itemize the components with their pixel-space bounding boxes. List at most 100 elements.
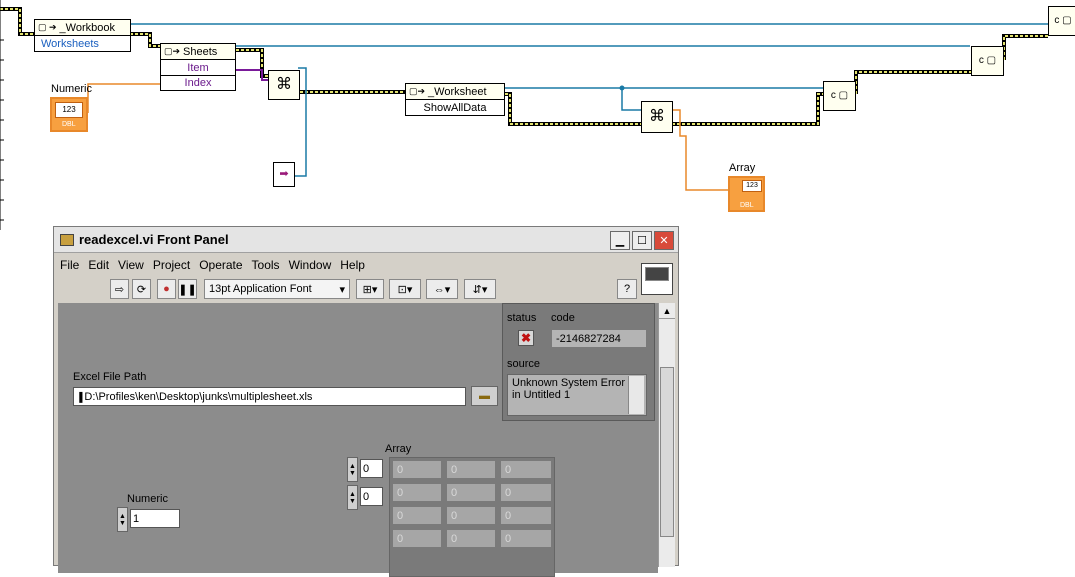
close-button[interactable]: ✕ xyxy=(654,231,674,250)
sheets-prop-index[interactable]: Index xyxy=(161,75,235,90)
array-cell[interactable]: 0 xyxy=(500,529,552,548)
variant-to-data-node-2[interactable]: ⌘ xyxy=(641,101,673,133)
index-prop-label: Index xyxy=(184,77,212,89)
workbook-node-header: ▢ ➔ _Workbook xyxy=(35,20,130,36)
close-ref-icon: c ▢ xyxy=(978,55,997,66)
down-icon: ▼ xyxy=(349,497,356,505)
help-icon: ? xyxy=(623,283,631,295)
array-index-1-spinner[interactable]: ▲ ▼ xyxy=(347,485,358,510)
maximize-button[interactable]: ☐ xyxy=(632,231,652,250)
array-cell[interactable]: 0 xyxy=(392,506,442,525)
help-button[interactable]: ? xyxy=(617,279,637,299)
cell-value: 0 xyxy=(451,532,458,545)
abort-button[interactable]: ● xyxy=(157,279,176,299)
cell-value: 0 xyxy=(451,463,458,476)
window-titlebar[interactable]: readexcel.vi Front Panel ▁ ☐ ✕ xyxy=(54,227,678,253)
pause-button[interactable]: ❚❚ xyxy=(178,279,197,299)
resize-objects-button[interactable]: ⇔▾ xyxy=(426,279,458,299)
code-label: code xyxy=(551,312,575,324)
worksheet-node-header: ▢➔ _Worksheet xyxy=(406,84,504,100)
close-reference-node-2[interactable]: c ▢ xyxy=(971,46,1004,76)
workbook-property-node[interactable]: ▢ ➔ _Workbook Worksheets xyxy=(34,19,131,52)
diagram-wires xyxy=(0,0,1048,230)
status-label: status xyxy=(507,312,537,324)
close-reference-node[interactable]: c ▢ xyxy=(823,81,856,111)
worksheet-method-showalldata[interactable]: ShowAllData xyxy=(406,100,504,115)
worksheet-invoke-node[interactable]: ▢➔ _Worksheet ShowAllData xyxy=(405,83,505,116)
worksheet-node-title: _Worksheet xyxy=(428,85,487,98)
menu-file[interactable]: File xyxy=(60,258,79,272)
array-cell[interactable]: 0 xyxy=(446,460,496,479)
menu-help[interactable]: Help xyxy=(340,258,365,272)
array-label: Array xyxy=(385,443,412,455)
scroll-up-button[interactable]: ▲ xyxy=(659,303,675,319)
pause-icon: ❚❚ xyxy=(178,283,197,296)
scroll-thumb[interactable] xyxy=(660,367,674,537)
refnum-icon: ▢ ➔ xyxy=(38,22,57,32)
close-reference-node-3[interactable]: c ▢ xyxy=(1048,6,1075,36)
run-continuously-button[interactable]: ⟳ xyxy=(132,279,151,299)
excel-path-field[interactable]: ▐ D:\Profiles\ken\Desktop\junks\multiple… xyxy=(73,387,466,406)
numeric-field[interactable]: 1 xyxy=(130,509,180,528)
numeric-terminal[interactable]: 123 DBL xyxy=(50,97,88,132)
distribute-icon: ⊡▾ xyxy=(397,283,413,296)
minimize-button[interactable]: ▁ xyxy=(610,231,630,250)
toolbar: ⇨ ⟳ ● ❚❚ 13pt Application Font ▾ ⊞▾ ⊡▾ ⇔… xyxy=(54,277,678,301)
run-button[interactable]: ⇨ xyxy=(110,279,129,299)
chevron-up-icon: ▲ xyxy=(662,306,672,316)
reorder-button[interactable]: ⇵▾ xyxy=(464,279,496,299)
array-terminal[interactable]: 123 DBL xyxy=(728,176,765,212)
refnum-icon: ▢➔ xyxy=(409,86,426,96)
menu-view[interactable]: View xyxy=(118,258,144,272)
array-cell[interactable]: 0 xyxy=(392,529,442,548)
array-cell[interactable]: 0 xyxy=(392,483,442,502)
font-selector[interactable]: 13pt Application Font ▾ xyxy=(204,279,350,299)
distribute-objects-button[interactable]: ⊡▾ xyxy=(389,279,421,299)
browse-button[interactable]: ▬ xyxy=(471,386,498,406)
cell-value: 0 xyxy=(505,509,512,522)
source-scrollbar[interactable] xyxy=(628,376,644,414)
numeric-terminal-label: Numeric xyxy=(51,83,92,95)
workbook-prop-worksheets[interactable]: Worksheets xyxy=(35,36,130,51)
array-index-0-spinner[interactable]: ▲ ▼ xyxy=(347,457,358,482)
run-continuously-icon: ⟳ xyxy=(136,283,147,296)
array-cell[interactable]: 0 xyxy=(446,529,496,548)
array-type-badge: DBL xyxy=(740,202,754,209)
cell-value: 0 xyxy=(505,463,512,476)
array-cell[interactable]: 0 xyxy=(500,483,552,502)
numeric-terminal-inner: 123 xyxy=(55,102,83,118)
sheets-property-node[interactable]: ▢➔ Sheets Item Index xyxy=(160,43,236,91)
source-field[interactable]: Unknown System Error in Untitled 1 xyxy=(507,374,647,416)
array-grid: 0 0 0 0 0 0 0 0 0 0 0 0 xyxy=(389,457,555,577)
sheets-node-title: Sheets xyxy=(183,45,218,58)
numeric-type-badge: DBL xyxy=(62,121,76,128)
numeric-value: 1 xyxy=(133,512,140,525)
array-terminal-inner: 123 xyxy=(742,180,762,192)
array-index-0-field[interactable]: 0 xyxy=(360,459,383,478)
close-icon: ✕ xyxy=(659,235,669,247)
code-field[interactable]: -2146827284 xyxy=(551,329,647,348)
cell-value: 0 xyxy=(505,486,512,499)
menu-operate[interactable]: Operate xyxy=(199,258,242,272)
menu-window[interactable]: Window xyxy=(289,258,332,272)
array-cell[interactable]: 0 xyxy=(500,506,552,525)
vi-icon xyxy=(60,233,74,246)
panel-vertical-scrollbar[interactable]: ▲ xyxy=(658,303,675,567)
array-cell[interactable]: 0 xyxy=(446,506,496,525)
menu-tools[interactable]: Tools xyxy=(252,258,280,272)
variant-to-data-node[interactable]: ⌘ xyxy=(268,70,300,100)
array-index-1-field[interactable]: 0 xyxy=(360,487,383,506)
array-cell[interactable]: 0 xyxy=(392,460,442,479)
connector-pane-icon[interactable] xyxy=(641,263,673,295)
align-objects-button[interactable]: ⊞▾ xyxy=(356,279,384,299)
menu-project[interactable]: Project xyxy=(153,258,190,272)
sheets-prop-item[interactable]: Item xyxy=(161,60,235,75)
array-cell[interactable]: 0 xyxy=(500,460,552,479)
error-cluster: status ✖ code -2146827284 source Unknown… xyxy=(502,303,655,421)
class-constant-node[interactable]: ➡ xyxy=(273,162,295,187)
menu-edit[interactable]: Edit xyxy=(88,258,109,272)
array-cell[interactable]: 0 xyxy=(446,483,496,502)
source-line-2: in Untitled 1 xyxy=(512,389,571,401)
numeric-spinner[interactable]: ▲ ▼ xyxy=(117,507,128,532)
front-panel-area: status ✖ code -2146827284 source Unknown… xyxy=(58,303,658,577)
